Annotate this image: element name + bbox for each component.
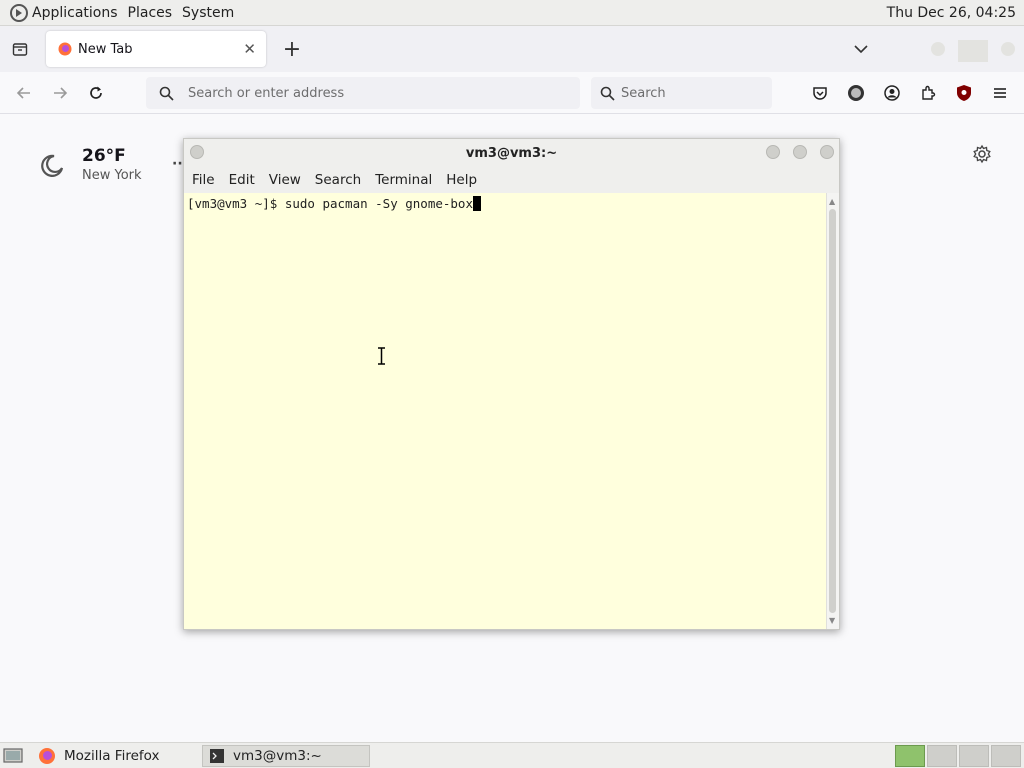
distro-logo-icon[interactable]	[10, 3, 28, 22]
terminal-icon	[210, 749, 224, 763]
weather-city: New York	[82, 168, 142, 183]
forward-button[interactable]	[49, 82, 71, 104]
weather-widget[interactable]: 26°F New York	[40, 146, 142, 183]
scrollbar-thumb[interactable]	[829, 209, 836, 613]
terminal-window[interactable]: vm3@vm3:~ File Edit View Search Terminal…	[183, 138, 840, 630]
clock[interactable]: Thu Dec 26, 04:25	[887, 5, 1024, 21]
taskbar-label: Mozilla Firefox	[64, 748, 160, 764]
search-bar[interactable]: Search	[591, 77, 772, 109]
menu-view[interactable]: View	[269, 172, 301, 188]
show-desktop-icon[interactable]	[3, 747, 23, 765]
hamburger-menu-icon	[994, 88, 1006, 98]
minimize-window-icon[interactable]	[930, 41, 946, 57]
firefox-view-icon	[12, 43, 28, 56]
scroll-down-icon[interactable]: ▼	[829, 616, 835, 625]
terminal-scrollbar[interactable]: ▲ ▼	[826, 193, 839, 629]
menu-places[interactable]: Places	[128, 5, 173, 21]
workspace-3[interactable]	[959, 745, 989, 767]
tab-bar: New Tab ✕ +	[0, 26, 1024, 72]
address-bar-placeholder: Search or enter address	[188, 85, 345, 101]
menu-applications[interactable]: Applications	[32, 5, 118, 21]
minimize-icon[interactable]	[766, 145, 780, 159]
weather-menu-dots[interactable]: ··	[172, 156, 183, 172]
terminal-line: [vm3@vm3 ~]$ sudo pacman -Sy gnome-box	[187, 196, 481, 211]
text-cursor	[473, 196, 481, 211]
weather-temperature: 26°F	[82, 146, 126, 166]
back-button[interactable]	[13, 82, 35, 104]
taskbar-item-firefox[interactable]: Mozilla Firefox	[30, 745, 198, 767]
firefox-icon	[39, 748, 55, 764]
gear-icon[interactable]	[972, 144, 992, 164]
new-tab-button[interactable]: +	[280, 37, 304, 62]
terminal-screen[interactable]: [vm3@vm3 ~]$ sudo pacman -Sy gnome-box	[184, 193, 827, 629]
pocket-icon	[813, 87, 827, 100]
close-icon[interactable]	[820, 145, 834, 159]
terminal-title: vm3@vm3:~	[465, 145, 558, 161]
extension-button[interactable]	[845, 82, 867, 104]
maximize-window-button[interactable]	[958, 40, 988, 62]
menu-system[interactable]: System	[182, 5, 234, 21]
back-arrow-icon	[16, 87, 30, 99]
terminal-prompt: [vm3@vm3 ~]$	[187, 196, 285, 211]
terminal-menubar: File Edit View Search Terminal Help	[184, 167, 839, 193]
workspace-2[interactable]	[927, 745, 957, 767]
menu-help[interactable]: Help	[446, 172, 477, 188]
account-button[interactable]	[881, 82, 903, 104]
reload-button[interactable]	[85, 82, 107, 104]
forward-arrow-icon	[54, 87, 68, 99]
terminal-titlebar[interactable]: vm3@vm3:~	[184, 139, 839, 167]
search-icon	[600, 86, 615, 101]
maximize-icon[interactable]	[793, 145, 807, 159]
workspace-4[interactable]	[991, 745, 1021, 767]
pocket-button[interactable]	[809, 82, 831, 104]
close-window-icon[interactable]	[1000, 41, 1016, 57]
window-menu-icon[interactable]	[190, 145, 204, 159]
close-tab-icon[interactable]: ✕	[243, 40, 256, 58]
extension-badge-icon	[848, 85, 864, 101]
tab-new-tab[interactable]: New Tab ✕	[46, 31, 266, 67]
menu-edit[interactable]: Edit	[229, 172, 255, 188]
terminal-command: sudo pacman -Sy gnome-box	[284, 196, 473, 211]
ublock-button[interactable]	[953, 82, 975, 104]
workspace-1[interactable]	[895, 745, 925, 767]
taskbar-item-terminal[interactable]: vm3@vm3:~	[202, 745, 370, 767]
address-bar[interactable]: Search or enter address	[146, 77, 580, 109]
puzzle-piece-icon	[922, 85, 936, 100]
weather-night-icon	[41, 154, 64, 177]
bottom-panel: Mozilla Firefox vm3@vm3:~	[0, 742, 1024, 768]
search-icon	[159, 86, 174, 101]
scroll-up-icon[interactable]: ▲	[829, 197, 835, 206]
extensions-button[interactable]	[917, 82, 939, 104]
taskbar-label: vm3@vm3:~	[233, 748, 322, 764]
app-menu-button[interactable]	[989, 82, 1011, 104]
ublock-shield-icon	[957, 85, 971, 101]
ibeam-cursor-icon	[378, 347, 385, 365]
reload-icon	[90, 86, 102, 99]
firefox-favicon-icon	[58, 42, 72, 56]
tab-title: New Tab	[78, 41, 133, 57]
workspace-switcher	[893, 745, 1021, 767]
search-bar-placeholder: Search	[621, 85, 666, 101]
list-all-tabs-icon[interactable]	[852, 40, 870, 58]
panel-menubar: Applications Places System	[0, 0, 252, 25]
navigation-toolbar: Search or enter address Search	[0, 72, 1024, 114]
firefox-view-button[interactable]	[0, 26, 40, 72]
top-panel: Applications Places System Thu Dec 26, 0…	[0, 0, 1024, 26]
menu-search[interactable]: Search	[315, 172, 361, 188]
account-icon	[884, 85, 900, 101]
menu-terminal[interactable]: Terminal	[375, 172, 432, 188]
menu-file[interactable]: File	[192, 172, 215, 188]
